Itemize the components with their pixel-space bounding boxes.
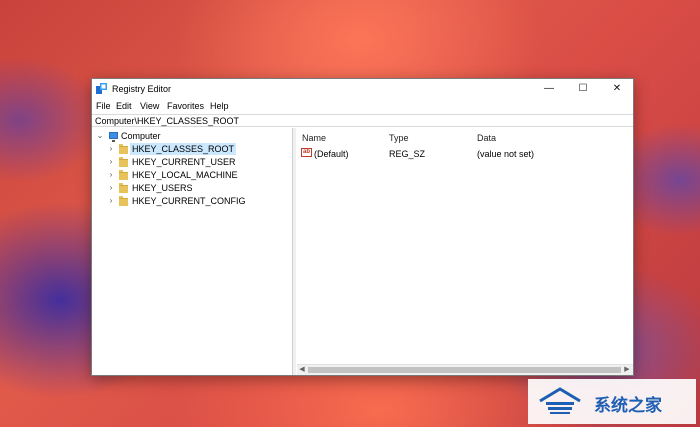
value-data: (value not set) — [477, 149, 535, 159]
desktop: { "window": { "title": "Registry Editor"… — [0, 0, 700, 427]
scrollbar-thumb[interactable] — [308, 367, 621, 373]
tree-node-hkey-current-user[interactable]: › HKEY_CURRENT_USER — [92, 156, 292, 168]
tree-label: HKEY_CURRENT_USER — [132, 157, 236, 167]
chevron-right-icon[interactable]: › — [107, 169, 115, 181]
menu-help[interactable]: Help — [210, 101, 229, 111]
tree-label: HKEY_CURRENT_CONFIG — [132, 196, 246, 206]
watermark-text: 系统之家 — [594, 396, 662, 416]
chevron-right-icon[interactable]: › — [107, 156, 115, 168]
tree-node-hkey-local-machine[interactable]: › HKEY_LOCAL_MACHINE — [92, 169, 292, 181]
close-button[interactable]: ✕ — [600, 79, 634, 99]
chevron-right-icon[interactable]: › — [107, 182, 115, 194]
string-value-icon: ab — [301, 148, 312, 157]
chevron-right-icon[interactable]: › — [107, 143, 115, 155]
scroll-right-icon[interactable]: ▶ — [622, 365, 632, 375]
watermark: 系统之家 — [528, 379, 696, 424]
title-bar[interactable]: Registry Editor — ☐ ✕ — [92, 79, 633, 99]
tree-node-computer[interactable]: ⌄ Computer — [92, 130, 292, 142]
tree-node-hkey-classes-root[interactable]: › HKEY_CLASSES_ROOT — [92, 143, 292, 155]
menu-bar: File Edit View Favorites Help — [92, 99, 633, 114]
registry-editor-icon — [96, 83, 107, 94]
registry-editor-window: Registry Editor — ☐ ✕ File Edit View Fav… — [91, 78, 634, 376]
tree-node-hkey-current-config[interactable]: › HKEY_CURRENT_CONFIG — [92, 195, 292, 207]
column-header-type[interactable]: Type — [389, 133, 409, 143]
key-tree-pane[interactable]: ⌄ Computer › HKEY_CLASSES_ROOT › HKEY_CU… — [92, 128, 293, 375]
window-title: Registry Editor — [112, 84, 172, 94]
folder-icon — [119, 157, 128, 167]
house-logo-icon — [539, 387, 581, 414]
tree-label: Computer — [121, 131, 161, 141]
chevron-right-icon[interactable]: › — [107, 195, 115, 207]
value-name: (Default) — [314, 149, 349, 159]
folder-icon — [119, 183, 128, 193]
address-bar[interactable]: Computer\HKEY_CLASSES_ROOT — [92, 114, 633, 127]
folder-icon — [119, 196, 128, 206]
scroll-left-icon[interactable]: ◀ — [297, 365, 307, 375]
tree-label: HKEY_USERS — [132, 183, 193, 193]
column-header-data[interactable]: Data — [477, 133, 496, 143]
value-type: REG_SZ — [389, 149, 426, 159]
column-header-name[interactable]: Name — [302, 133, 326, 143]
tree-node-hkey-users[interactable]: › HKEY_USERS — [92, 182, 292, 194]
menu-file[interactable]: File — [96, 101, 111, 111]
menu-favorites[interactable]: Favorites — [167, 101, 204, 111]
horizontal-scrollbar[interactable]: ◀ ▶ — [297, 364, 633, 375]
tree-label: HKEY_LOCAL_MACHINE — [132, 170, 238, 180]
folder-icon — [119, 170, 128, 180]
menu-view[interactable]: View — [140, 101, 159, 111]
maximize-button[interactable]: ☐ — [566, 79, 600, 99]
tree-label: HKEY_CLASSES_ROOT — [130, 143, 237, 155]
computer-icon — [109, 132, 118, 142]
folder-icon — [119, 144, 128, 154]
minimize-button[interactable]: — — [532, 79, 566, 99]
values-list-pane[interactable]: Name Type Data ab (Default) REG_SZ (valu… — [297, 128, 633, 375]
menu-edit[interactable]: Edit — [116, 101, 132, 111]
pane-splitter[interactable] — [293, 128, 296, 375]
chevron-down-icon[interactable]: ⌄ — [96, 130, 104, 142]
